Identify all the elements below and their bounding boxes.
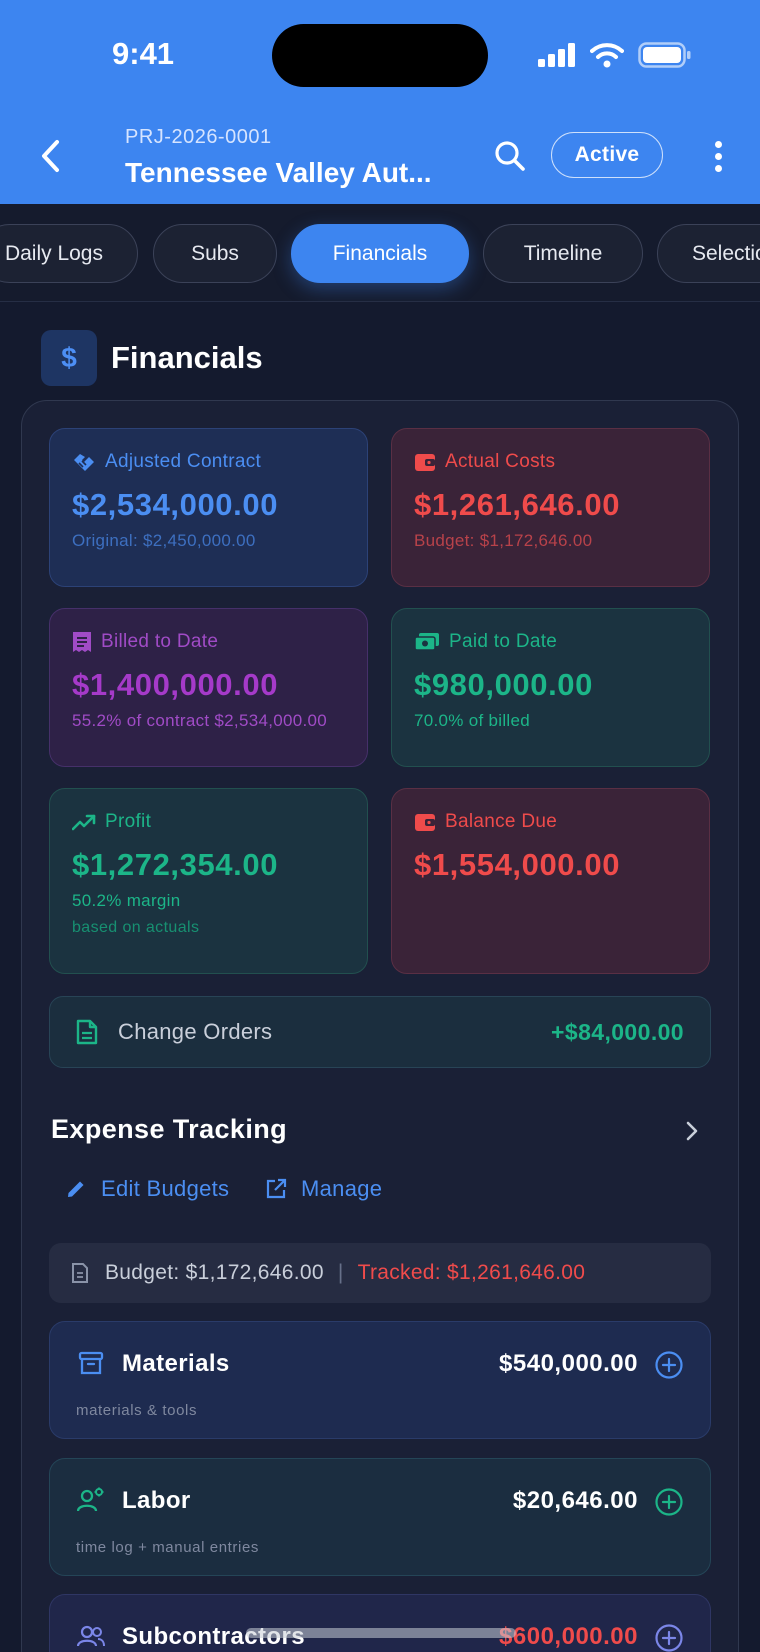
tab-selections[interactable]: Selections	[657, 224, 760, 283]
pencil-icon	[68, 1181, 84, 1197]
card-amount: $2,534,000.00	[72, 487, 279, 522]
card-amount: $1,554,000.00	[414, 847, 621, 882]
signal-icon	[538, 43, 575, 67]
expense-name: Materials	[122, 1350, 230, 1377]
expense-row-materials[interactable]: Materials materials & tools $540,000.00	[49, 1321, 711, 1439]
add-circle-icon[interactable]	[654, 1350, 684, 1380]
calculator-icon	[72, 1263, 88, 1283]
card-amount: $1,261,646.00	[414, 487, 621, 522]
billed-to-date-card[interactable]: Billed to Date $1,400,000.00 55.2% of co…	[49, 608, 368, 767]
card-label: Actual Costs	[445, 451, 556, 472]
change-orders-label: Change Orders	[118, 1019, 273, 1044]
more-vertical-icon	[714, 140, 722, 148]
card-subtext: 55.2% of contract $2,534,000.00	[72, 711, 328, 730]
card-subtext: Original: $2,450,000.00	[72, 531, 256, 550]
external-link-icon	[266, 1178, 287, 1199]
chevron-right-icon	[686, 1121, 698, 1141]
home-indicator[interactable]	[246, 1628, 516, 1638]
edit-budgets-label: Edit Budgets	[101, 1176, 230, 1201]
edit-budgets-button[interactable]: Edit Budgets	[65, 1176, 229, 1202]
profit-card[interactable]: Profit $1,272,354.00 50.2% margin based …	[49, 788, 368, 974]
card-amount: $1,272,354.00	[72, 847, 279, 882]
budget-value: Budget: $1,172,646.00	[105, 1261, 324, 1284]
adjusted-contract-card[interactable]: Adjusted Contract $2,534,000.00 Original…	[49, 428, 368, 587]
expense-row-subcontractors[interactable]: Subcontractors $600,000.00	[49, 1594, 711, 1652]
dynamic-island	[272, 24, 488, 87]
tracked-value: Tracked: $1,261,646.00	[357, 1261, 586, 1284]
expense-amount: $20,646.00	[512, 1487, 638, 1514]
expense-tracking-expand-button[interactable]	[680, 1116, 704, 1146]
tab-financials[interactable]: Financials	[291, 224, 469, 283]
dollar-icon: $	[41, 330, 97, 386]
balance-due-card[interactable]: Balance Due $1,554,000.00	[391, 788, 710, 974]
card-label: Billed to Date	[101, 631, 219, 652]
expense-subtext: materials & tools	[76, 1402, 198, 1419]
budget-separator: |	[337, 1261, 344, 1284]
status-badge[interactable]: Active	[551, 132, 663, 178]
battery-icon	[638, 42, 691, 68]
receipt-icon	[73, 632, 91, 652]
archive-box-icon	[78, 1351, 104, 1375]
trending-up-icon	[72, 814, 96, 831]
card-subtext: Budget: $1,172,646.00	[414, 531, 593, 550]
change-orders-row[interactable]: Change Orders +$84,000.00	[49, 996, 711, 1068]
back-button[interactable]	[30, 134, 70, 178]
section-title: Financials	[111, 340, 263, 375]
expense-tracking-title: Expense Tracking	[51, 1114, 288, 1144]
card-amount: $980,000.00	[414, 667, 593, 702]
add-circle-icon[interactable]	[654, 1623, 684, 1652]
expense-name: Labor	[122, 1487, 191, 1514]
card-label: Paid to Date	[449, 631, 558, 652]
app-header: 9:41 PRJ-2026-0001 Tennessee Valley Aut.…	[0, 0, 760, 204]
tab-subs[interactable]: Subs	[153, 224, 277, 283]
expense-subtext: time log + manual entries	[76, 1539, 260, 1556]
manage-button[interactable]: Manage	[265, 1176, 382, 1202]
wallet-icon	[415, 454, 435, 471]
handshake-icon	[74, 454, 94, 471]
project-id: PRJ-2026-0001	[125, 126, 272, 148]
more-options-button[interactable]	[704, 136, 732, 176]
tab-daily-logs[interactable]: Daily Logs	[0, 224, 138, 283]
cash-icon	[414, 633, 439, 651]
users-icon	[77, 1625, 105, 1647]
card-label: Adjusted Contract	[105, 451, 262, 472]
document-icon	[76, 1019, 98, 1045]
back-chevron-icon	[42, 140, 59, 172]
expense-amount: $600,000.00	[499, 1623, 638, 1650]
tab-timeline[interactable]: Timeline	[483, 224, 643, 283]
card-subtext: 70.0% of billed	[414, 711, 531, 730]
paid-to-date-card[interactable]: Paid to Date $980,000.00 70.0% of billed	[391, 608, 710, 767]
manage-label: Manage	[301, 1176, 383, 1201]
card-amount: $1,400,000.00	[72, 667, 279, 702]
actual-costs-card[interactable]: Actual Costs $1,261,646.00 Budget: $1,17…	[391, 428, 710, 587]
search-button[interactable]	[490, 136, 530, 176]
change-orders-value: +$84,000.00	[551, 1018, 684, 1045]
wifi-icon	[590, 43, 624, 68]
card-label: Profit	[105, 811, 152, 832]
card-label: Balance Due	[445, 811, 558, 832]
expense-row-labor[interactable]: Labor time log + manual entries $20,646.…	[49, 1458, 711, 1576]
worker-icon	[77, 1487, 104, 1512]
search-icon	[495, 141, 525, 171]
card-footnote: based on actuals	[72, 919, 200, 936]
status-icons	[538, 40, 692, 70]
expense-amount: $540,000.00	[499, 1350, 638, 1377]
budget-summary-bar: Budget: $1,172,646.00 | Tracked: $1,261,…	[49, 1243, 711, 1303]
status-time: 9:41	[112, 36, 175, 71]
project-name: Tennessee Valley Aut...	[125, 157, 432, 188]
tab-bar[interactable]: Daily Logs Subs Financials Timeline Sele…	[0, 204, 760, 302]
wallet-icon	[415, 814, 435, 831]
card-subtext: 50.2% margin	[72, 891, 181, 910]
add-circle-icon[interactable]	[654, 1487, 684, 1517]
